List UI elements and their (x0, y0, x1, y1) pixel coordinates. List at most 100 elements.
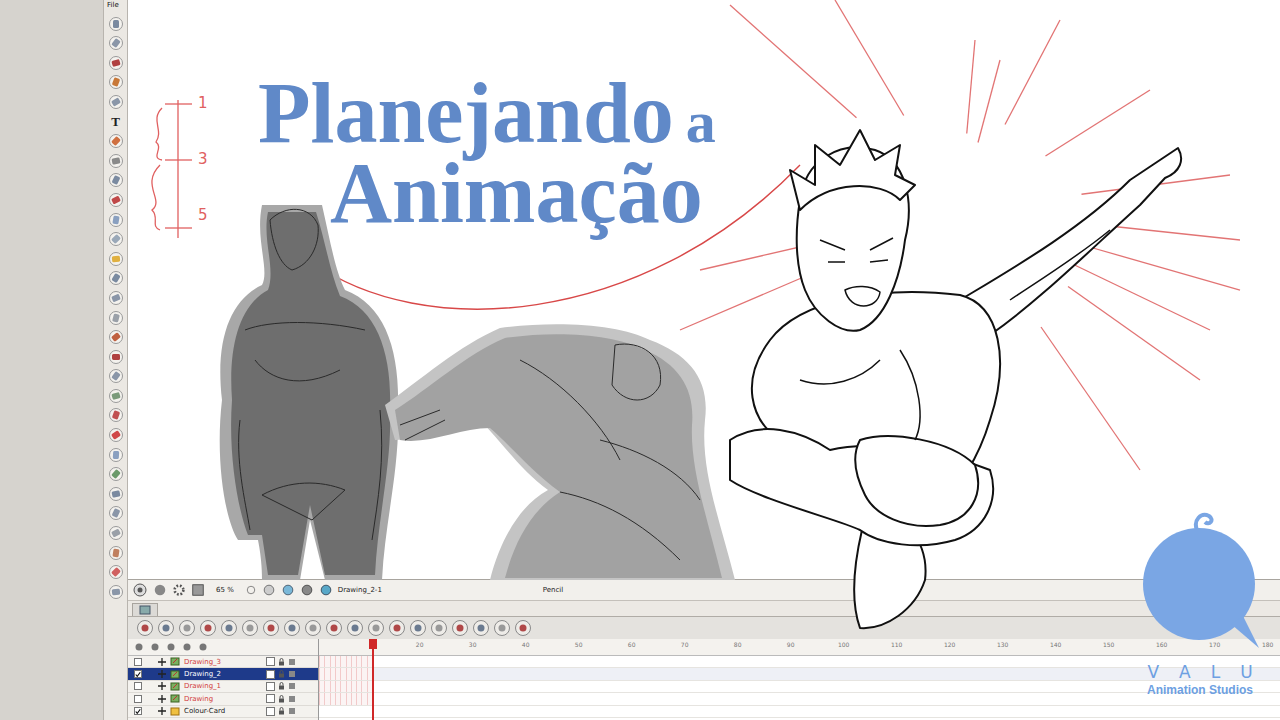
tool-icon[interactable] (108, 564, 124, 580)
light-table-icon[interactable] (281, 583, 295, 597)
timeline-action-icon[interactable] (346, 619, 364, 637)
frame-row[interactable] (319, 668, 1280, 680)
layer-color-icon[interactable] (288, 670, 296, 678)
layer-header-icon[interactable] (182, 642, 192, 652)
timeline-action-icon[interactable] (220, 619, 238, 637)
reset-view-icon[interactable] (245, 584, 257, 596)
frames-area[interactable]: 2030405060708090100110120130140150160170… (319, 639, 1280, 720)
layer-color-icon[interactable] (288, 658, 296, 666)
zoom-value[interactable]: 65 % (210, 586, 240, 594)
layer-lock-box[interactable] (266, 657, 275, 666)
tool-icon[interactable] (108, 545, 124, 561)
tool-icon[interactable] (108, 133, 124, 149)
layer-visibility-checkbox[interactable] (134, 682, 142, 690)
tool-icon[interactable] (108, 270, 124, 286)
timeline-action-icon[interactable] (262, 619, 280, 637)
timeline-action-icon[interactable] (451, 619, 469, 637)
tool-icon[interactable] (108, 466, 124, 482)
layer-lock-box[interactable] (266, 682, 275, 691)
exposure-cells[interactable] (319, 656, 372, 667)
layer-color-icon[interactable] (288, 682, 296, 690)
layer-lock-box[interactable] (266, 707, 275, 716)
frame-row[interactable] (319, 656, 1280, 668)
onion-skin-icon[interactable] (132, 582, 148, 598)
tool-icon[interactable] (108, 407, 124, 423)
timeline-action-icon[interactable] (283, 619, 301, 637)
tool-icon[interactable] (108, 192, 124, 208)
tool-icon[interactable] (108, 94, 124, 110)
tool-icon[interactable] (108, 74, 124, 90)
playhead-handle[interactable] (369, 639, 377, 649)
layer-visibility-checkbox[interactable] (134, 695, 142, 703)
timeline-action-icon[interactable] (241, 619, 259, 637)
expand-icon[interactable] (158, 658, 166, 666)
grid-icon[interactable] (191, 583, 205, 597)
expand-icon[interactable] (158, 670, 166, 678)
layer-lock-box[interactable] (266, 694, 275, 703)
timeline-action-icon[interactable] (367, 619, 385, 637)
tool-icon[interactable] (108, 486, 124, 502)
layer-row[interactable]: Drawing_1 (128, 681, 318, 693)
exposure-cells[interactable] (319, 693, 372, 704)
layer-header-icon[interactable] (134, 642, 144, 652)
layer-row[interactable]: Drawing_3 (128, 656, 318, 668)
timeline-action-icon[interactable] (493, 619, 511, 637)
layer-header-icon[interactable] (198, 642, 208, 652)
layer-header-icon[interactable] (150, 642, 160, 652)
playhead[interactable] (372, 639, 374, 720)
lock-icon[interactable] (278, 707, 285, 715)
lock-icon[interactable] (278, 682, 285, 690)
timeline-action-icon[interactable] (325, 619, 343, 637)
layer-row[interactable]: Colour-Card (128, 706, 318, 718)
timeline-action-icon[interactable] (178, 619, 196, 637)
timeline-action-icon[interactable] (136, 619, 154, 637)
timeline-action-icon[interactable] (472, 619, 490, 637)
file-menu[interactable]: File (104, 0, 119, 10)
timeline-action-icon[interactable] (388, 619, 406, 637)
lock-icon[interactable] (278, 695, 285, 703)
tool-icon[interactable] (108, 212, 124, 228)
timeline-action-icon[interactable] (430, 619, 448, 637)
text-tool-button[interactable]: T (108, 114, 124, 130)
tool-icon[interactable] (108, 388, 124, 404)
expand-icon[interactable] (158, 682, 166, 690)
tool-icon[interactable] (108, 584, 124, 600)
layer-color-icon[interactable] (288, 695, 296, 703)
tool-icon[interactable] (108, 525, 124, 541)
tool-icon[interactable] (108, 251, 124, 267)
timeline-action-icon[interactable] (409, 619, 427, 637)
preview-icon[interactable] (300, 583, 314, 597)
record-icon[interactable] (153, 583, 167, 597)
rotate-icon[interactable] (262, 583, 276, 597)
exposure-cells[interactable] (319, 681, 372, 692)
tool-icon[interactable] (108, 349, 124, 365)
exposure-cells[interactable] (319, 668, 372, 679)
frame-row[interactable] (319, 681, 1280, 693)
tool-icon[interactable] (108, 231, 124, 247)
tool-icon[interactable] (108, 290, 124, 306)
timeline-action-icon[interactable] (199, 619, 217, 637)
frame-row[interactable] (319, 693, 1280, 705)
tool-icon[interactable] (108, 329, 124, 345)
layer-visibility-checkbox[interactable] (134, 707, 142, 715)
layer-header-icon[interactable] (166, 642, 176, 652)
tool-icon[interactable] (108, 35, 124, 51)
layer-visibility-checkbox[interactable] (134, 658, 142, 666)
expand-icon[interactable] (158, 695, 166, 703)
tool-icon[interactable] (108, 153, 124, 169)
layer-color-icon[interactable] (288, 707, 296, 715)
tool-icon[interactable] (108, 427, 124, 443)
layer-row[interactable]: Drawing_2 (128, 668, 318, 680)
tool-icon[interactable] (108, 505, 124, 521)
timeline-action-icon[interactable] (304, 619, 322, 637)
lock-icon[interactable] (278, 658, 285, 666)
tool-icon[interactable] (108, 172, 124, 188)
tool-icon[interactable] (108, 447, 124, 463)
tool-icon[interactable] (108, 368, 124, 384)
layer-lock-box[interactable] (266, 670, 275, 679)
timeline-action-icon[interactable] (157, 619, 175, 637)
timeline-tab[interactable] (132, 603, 158, 616)
frame-row[interactable] (319, 706, 1280, 718)
tool-icon[interactable] (108, 16, 124, 32)
layer-visibility-checkbox[interactable] (134, 670, 142, 678)
